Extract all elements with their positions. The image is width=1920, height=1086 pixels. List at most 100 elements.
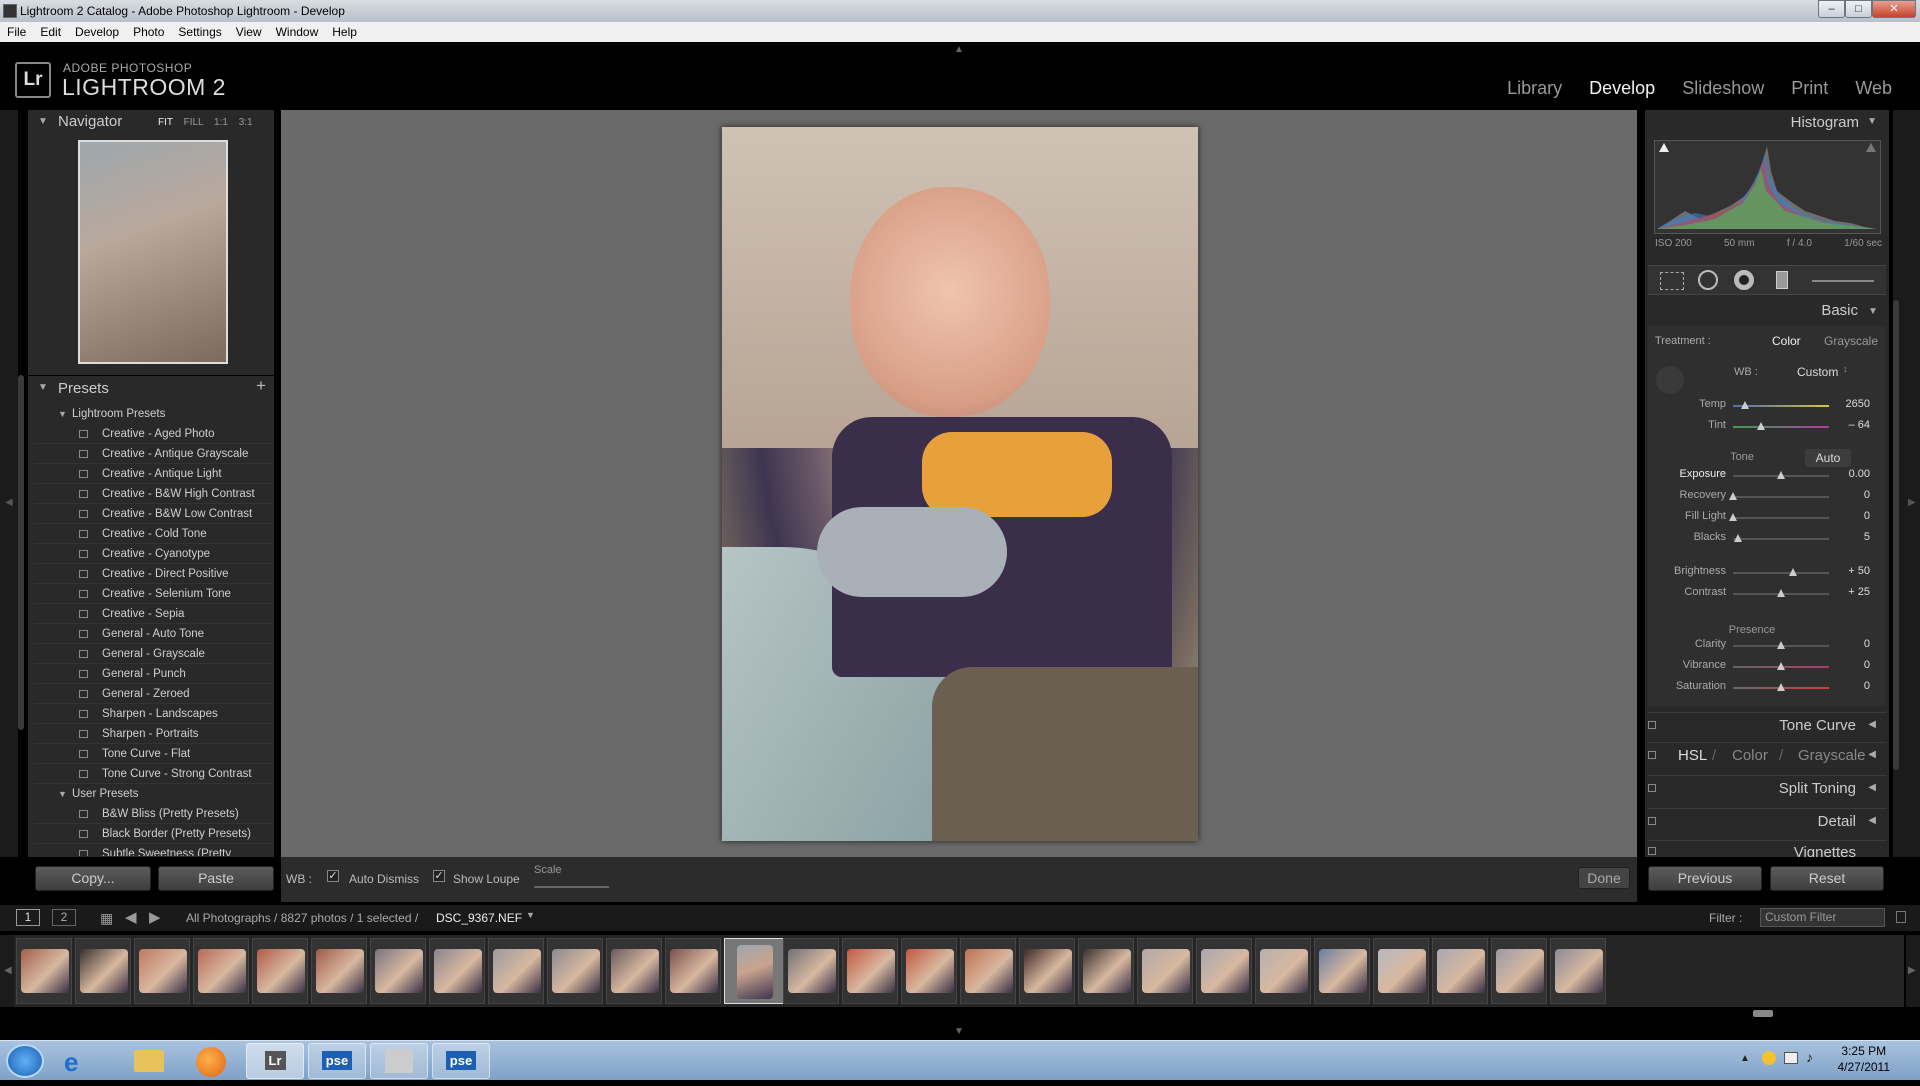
- filmstrip-thumbnail[interactable]: [1196, 938, 1252, 1004]
- filmstrip-thumbnail[interactable]: [75, 938, 131, 1004]
- filmstrip-left-arrow[interactable]: ◀: [4, 965, 12, 976]
- preset-item[interactable]: Creative - Direct Positive: [34, 564, 272, 584]
- tint-value[interactable]: – 64: [1830, 419, 1870, 431]
- clarity-slider-thumb[interactable]: [1777, 641, 1785, 649]
- blacks-slider[interactable]: [1733, 538, 1829, 540]
- detail-expand-icon[interactable]: ◀: [1868, 815, 1876, 826]
- previous-button[interactable]: Previous: [1648, 866, 1762, 891]
- adjustment-brush-icon[interactable]: [1812, 280, 1874, 282]
- auto-tone-button[interactable]: Auto: [1805, 449, 1851, 467]
- preset-item[interactable]: Tone Curve - Flat: [34, 744, 272, 764]
- zoom-fill[interactable]: FILL: [184, 117, 204, 128]
- treatment-color[interactable]: Color: [1772, 334, 1801, 348]
- temp-value[interactable]: 2650: [1830, 398, 1870, 410]
- taskbar-pse-1[interactable]: pse: [308, 1043, 366, 1079]
- hsl-title[interactable]: HSL: [1678, 747, 1707, 764]
- current-filename[interactable]: DSC_9367.NEF: [436, 911, 522, 925]
- preset-item[interactable]: General - Punch: [34, 664, 272, 684]
- group-toggle-icon[interactable]: ▼: [58, 404, 67, 424]
- exposure-slider-thumb[interactable]: [1777, 471, 1785, 479]
- auto-dismiss-checkbox[interactable]: ✓: [327, 870, 339, 882]
- collapse-right-icon[interactable]: ▶: [1908, 497, 1916, 508]
- tone-curve-switch[interactable]: [1648, 721, 1656, 729]
- internet-explorer-icon[interactable]: e: [64, 1047, 78, 1078]
- collapse-top-icon[interactable]: ▲: [954, 44, 964, 55]
- blacks-slider-thumb[interactable]: [1733, 534, 1742, 542]
- preset-item[interactable]: Creative - B&W High Contrast: [34, 484, 272, 504]
- module-slideshow[interactable]: Slideshow: [1682, 78, 1764, 98]
- source-path[interactable]: All Photographs / 8827 photos / 1 select…: [186, 911, 418, 925]
- filmstrip-right-arrow[interactable]: ▶: [1908, 965, 1916, 976]
- group-toggle-icon[interactable]: ▼: [58, 784, 67, 804]
- filmstrip-thumbnail[interactable]: [1550, 938, 1606, 1004]
- preset-item[interactable]: Creative - Aged Photo: [34, 424, 272, 444]
- menu-settings[interactable]: Settings: [171, 22, 228, 42]
- module-print[interactable]: Print: [1791, 78, 1828, 98]
- tint-slider-thumb[interactable]: [1756, 422, 1765, 430]
- recovery-slider[interactable]: [1733, 496, 1829, 498]
- filmstrip-thumbnail[interactable]: [1314, 938, 1370, 1004]
- collapse-left-icon[interactable]: ◀: [5, 497, 13, 508]
- screen-2-button[interactable]: 2: [52, 909, 76, 926]
- fill-light-value[interactable]: 0: [1830, 510, 1870, 522]
- menu-edit[interactable]: Edit: [33, 22, 68, 42]
- filmstrip-thumbnail[interactable]: [606, 938, 662, 1004]
- filmstrip-thumbnail[interactable]: [901, 938, 957, 1004]
- preset-item[interactable]: Creative - Cold Tone: [34, 524, 272, 544]
- filmstrip-thumbnail[interactable]: [311, 938, 367, 1004]
- highlight-clipping-icon[interactable]: [1866, 143, 1876, 152]
- saturation-slider-thumb[interactable]: [1777, 683, 1785, 691]
- recovery-value[interactable]: 0: [1830, 489, 1870, 501]
- menu-view[interactable]: View: [229, 22, 269, 42]
- messenger-tray-icon[interactable]: [1762, 1051, 1776, 1065]
- shadow-clipping-icon[interactable]: [1659, 143, 1669, 152]
- filmstrip-thumbnail[interactable]: [193, 938, 249, 1004]
- firefox-icon[interactable]: [196, 1047, 226, 1077]
- filmstrip-thumbnail[interactable]: [429, 938, 485, 1004]
- wb-dropdown-icon[interactable]: ↕: [1843, 364, 1848, 374]
- filmstrip-thumbnail[interactable]: [1255, 938, 1311, 1004]
- preset-group[interactable]: ▼ Lightroom Presets: [34, 404, 272, 424]
- system-clock[interactable]: 3:25 PM 4/27/2011: [1838, 1043, 1891, 1075]
- preset-item[interactable]: Creative - Selenium Tone: [34, 584, 272, 604]
- graduated-filter-icon[interactable]: [1776, 271, 1788, 289]
- split-toning-section[interactable]: Split Toning ◀: [1648, 775, 1886, 801]
- right-scrollbar[interactable]: [1893, 300, 1899, 770]
- vignettes-switch[interactable]: [1648, 847, 1656, 855]
- preset-group[interactable]: ▼ User Presets: [34, 784, 272, 804]
- close-button[interactable]: ✕: [1872, 0, 1916, 18]
- back-arrow-icon[interactable]: ◀: [125, 908, 137, 926]
- reset-button[interactable]: Reset: [1770, 866, 1884, 891]
- wb-value[interactable]: Custom: [1797, 365, 1838, 379]
- preset-item[interactable]: Creative - Antique Grayscale: [34, 444, 272, 464]
- show-hidden-icons[interactable]: ▲: [1740, 1053, 1750, 1064]
- forward-arrow-icon[interactable]: ▶: [149, 908, 161, 926]
- navigator-toggle-icon[interactable]: ▼: [38, 116, 48, 127]
- screen-1-button[interactable]: 1: [16, 909, 40, 926]
- taskbar-pse-2[interactable]: pse: [432, 1043, 490, 1079]
- hsl-section[interactable]: HSL / Color / Grayscale ◀: [1648, 742, 1886, 768]
- module-library[interactable]: Library: [1507, 78, 1562, 98]
- done-button[interactable]: Done: [1578, 867, 1630, 889]
- histogram[interactable]: [1654, 140, 1881, 234]
- fill-light-slider-thumb[interactable]: [1729, 513, 1737, 521]
- spot-removal-icon[interactable]: [1698, 270, 1718, 290]
- treatment-grayscale[interactable]: Grayscale: [1824, 334, 1878, 348]
- wb-eyedropper-icon[interactable]: [1656, 366, 1684, 394]
- vibrance-slider-thumb[interactable]: [1777, 662, 1785, 670]
- vibrance-value[interactable]: 0: [1830, 659, 1870, 671]
- tone-curve-expand-icon[interactable]: ◀: [1868, 719, 1876, 730]
- network-tray-icon[interactable]: [1784, 1052, 1798, 1064]
- filmstrip-thumbnail[interactable]: [783, 938, 839, 1004]
- brightness-slider-thumb[interactable]: [1788, 568, 1797, 576]
- preset-item[interactable]: General - Zeroed: [34, 684, 272, 704]
- filmstrip-thumbnail[interactable]: [842, 938, 898, 1004]
- fill-light-slider[interactable]: [1733, 517, 1829, 519]
- filmstrip-thumbnail[interactable]: [1373, 938, 1429, 1004]
- preset-item[interactable]: Creative - Cyanotype: [34, 544, 272, 564]
- zoom-1-1[interactable]: 1:1: [214, 117, 228, 128]
- paste-button[interactable]: Paste: [158, 866, 274, 891]
- menu-photo[interactable]: Photo: [126, 22, 171, 42]
- presets-toggle-icon[interactable]: ▼: [38, 382, 48, 393]
- add-preset-icon[interactable]: +: [256, 376, 266, 396]
